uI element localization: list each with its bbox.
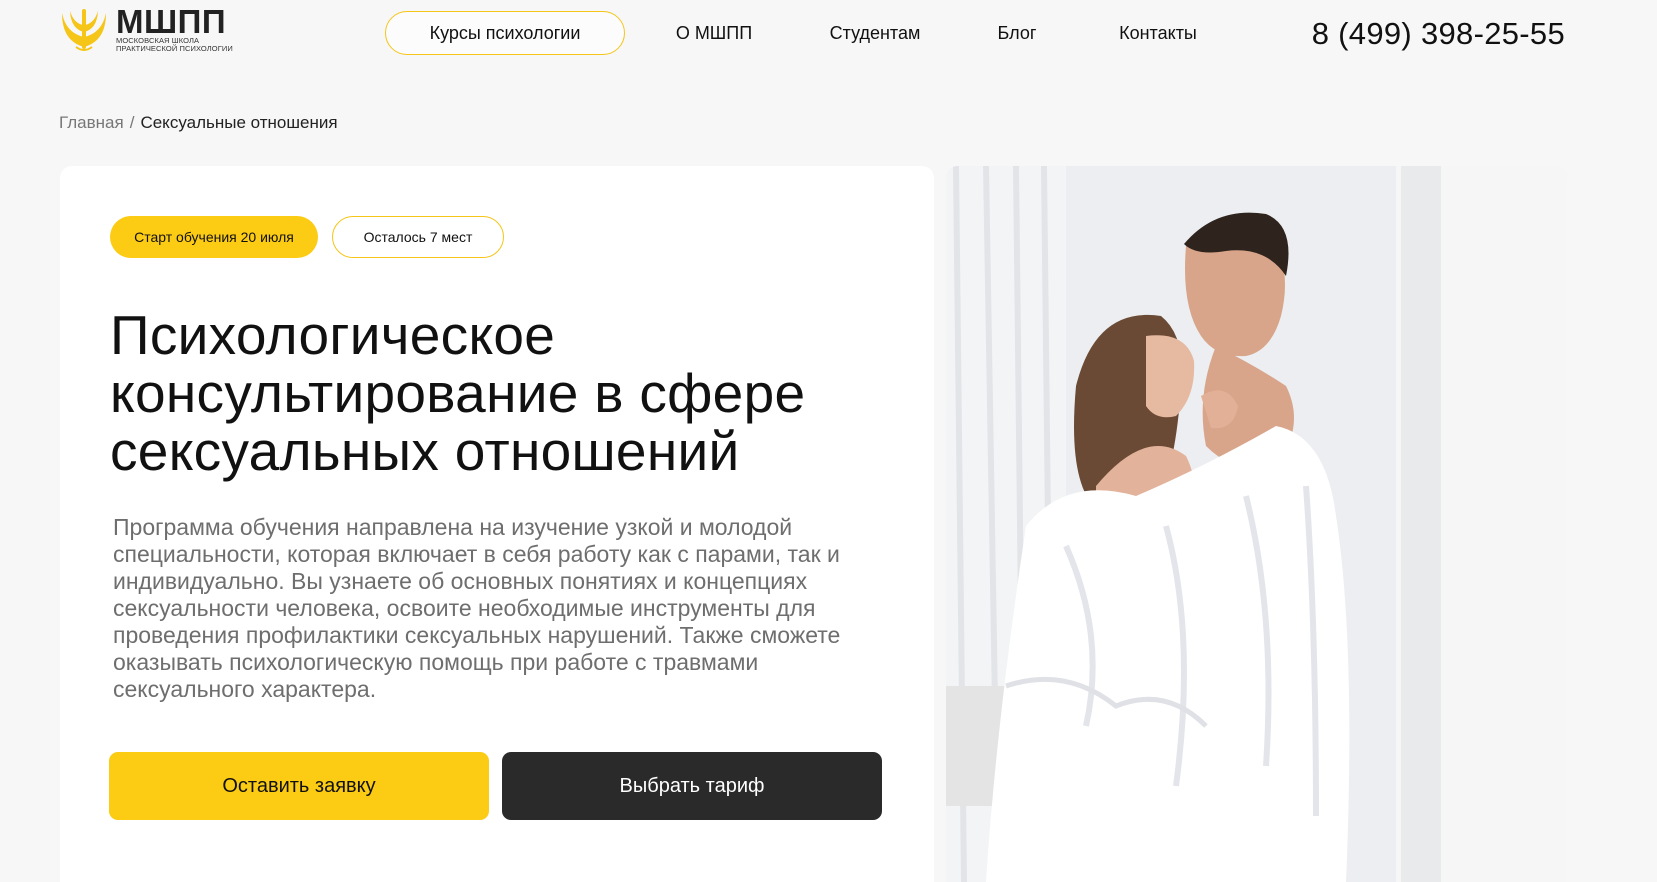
nav-courses[interactable]: Курсы психологии [385,11,625,55]
submit-application-button[interactable]: Оставить заявку [109,752,489,820]
nav-contacts[interactable]: Контакты [1108,11,1208,55]
title-line-3: сексуальных отношений [110,420,740,482]
start-date-badge: Старт обучения 20 июля [110,216,318,258]
choose-plan-button[interactable]: Выбрать тариф [502,752,882,820]
badges: Старт обучения 20 июля Осталось 7 мест [110,216,504,258]
breadcrumb-separator: / [129,113,135,132]
site-header: МШПП Московская школа практической психо… [0,0,1657,72]
couple-photo [946,166,1567,882]
breadcrumb-current: Сексуальные отношения [140,113,338,132]
page-title: Психологическое консультирование в сфере… [110,306,910,480]
phone-number[interactable]: 8 (499) 398-25-55 [1312,12,1565,56]
course-hero-card: Старт обучения 20 июля Осталось 7 мест П… [60,166,934,882]
course-description: Программа обучения направлена на изучени… [113,514,841,702]
breadcrumb-home[interactable]: Главная [59,113,124,133]
nav-blog[interactable]: Блог [988,11,1046,55]
title-line-2: консультирование в сфере [110,362,806,424]
nav-students[interactable]: Студентам [818,11,932,55]
title-line-1: Психологическое [110,304,556,366]
breadcrumb: Главная / Сексуальные отношения [59,113,338,133]
seats-left-badge: Осталось 7 мест [332,216,504,258]
nav-about[interactable]: О МШПП [662,11,766,55]
